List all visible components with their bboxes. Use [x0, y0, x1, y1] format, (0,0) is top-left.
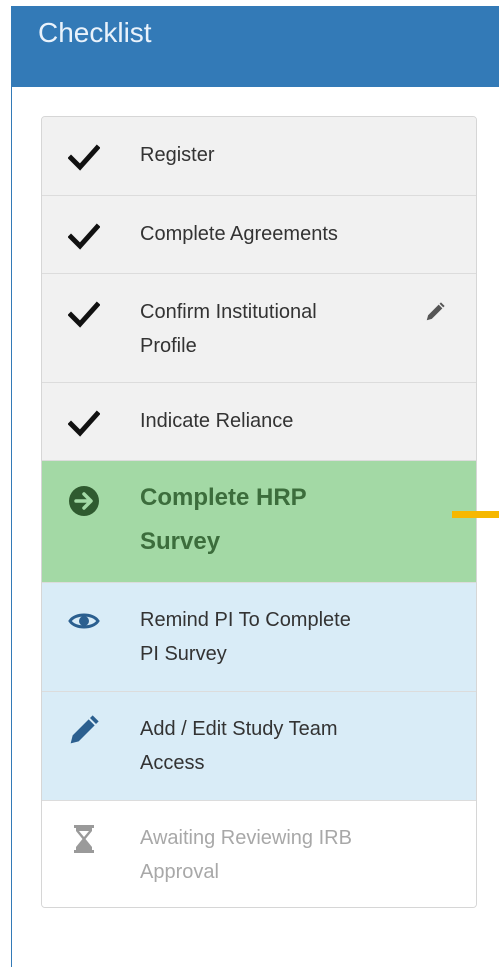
checklist-item-label: Indicate Reliance: [140, 410, 294, 432]
pencil-icon: [70, 715, 99, 744]
hourglass-icon: [74, 825, 94, 853]
checklist-item-label: Add / Edit Study Team: [140, 718, 338, 740]
arrow-circle-right-icon: [69, 486, 99, 516]
checklist-item-label-line2: PI Survey: [140, 643, 227, 665]
checklist-panel: Checklist Register Complete Agreements C…: [11, 6, 499, 967]
checklist-item-complete-hrp-survey[interactable]: Complete HRP Survey: [42, 461, 476, 583]
eye-icon: [68, 613, 100, 629]
checkmark-icon: [68, 144, 100, 171]
checklist-item-confirm-institutional-profile[interactable]: Confirm Institutional Profile: [42, 274, 476, 383]
checklist-item-label-line2: Approval: [140, 861, 219, 883]
checkmark-icon: [68, 410, 100, 437]
checklist-item-label-line2: Profile: [140, 335, 197, 357]
checklist-item-label: Confirm Institutional: [140, 301, 317, 323]
checklist-item-label: Register: [140, 144, 215, 166]
panel-header: Checklist: [12, 6, 499, 87]
checklist-item-add-edit-study-team-access[interactable]: Add / Edit Study Team Access: [42, 692, 476, 801]
checklist-item-label-line2: Access: [140, 752, 205, 774]
pointer-indicator: [452, 511, 499, 518]
pencil-icon[interactable]: [424, 301, 446, 323]
checklist-item-awaiting-irb-approval: Awaiting Reviewing IRB Approval: [42, 801, 476, 907]
checklist-item-label: Complete HRP: [140, 484, 307, 511]
checkmark-icon: [68, 301, 100, 328]
checklist-item-register[interactable]: Register: [42, 117, 476, 196]
checklist-item-label: Complete Agreements: [140, 223, 338, 245]
panel-title: Checklist: [38, 17, 152, 48]
checklist-item-label: Remind PI To Complete: [140, 609, 351, 631]
checkmark-icon: [68, 223, 100, 250]
checklist-item-label-line2: Survey: [140, 528, 221, 555]
checklist-item-label: Awaiting Reviewing IRB: [140, 827, 352, 849]
checklist-item-complete-agreements[interactable]: Complete Agreements: [42, 196, 476, 274]
checklist-item-remind-pi[interactable]: Remind PI To Complete PI Survey: [42, 583, 476, 692]
checklist-list: Register Complete Agreements Confirm Ins…: [41, 116, 477, 908]
checklist-item-indicate-reliance[interactable]: Indicate Reliance: [42, 383, 476, 461]
